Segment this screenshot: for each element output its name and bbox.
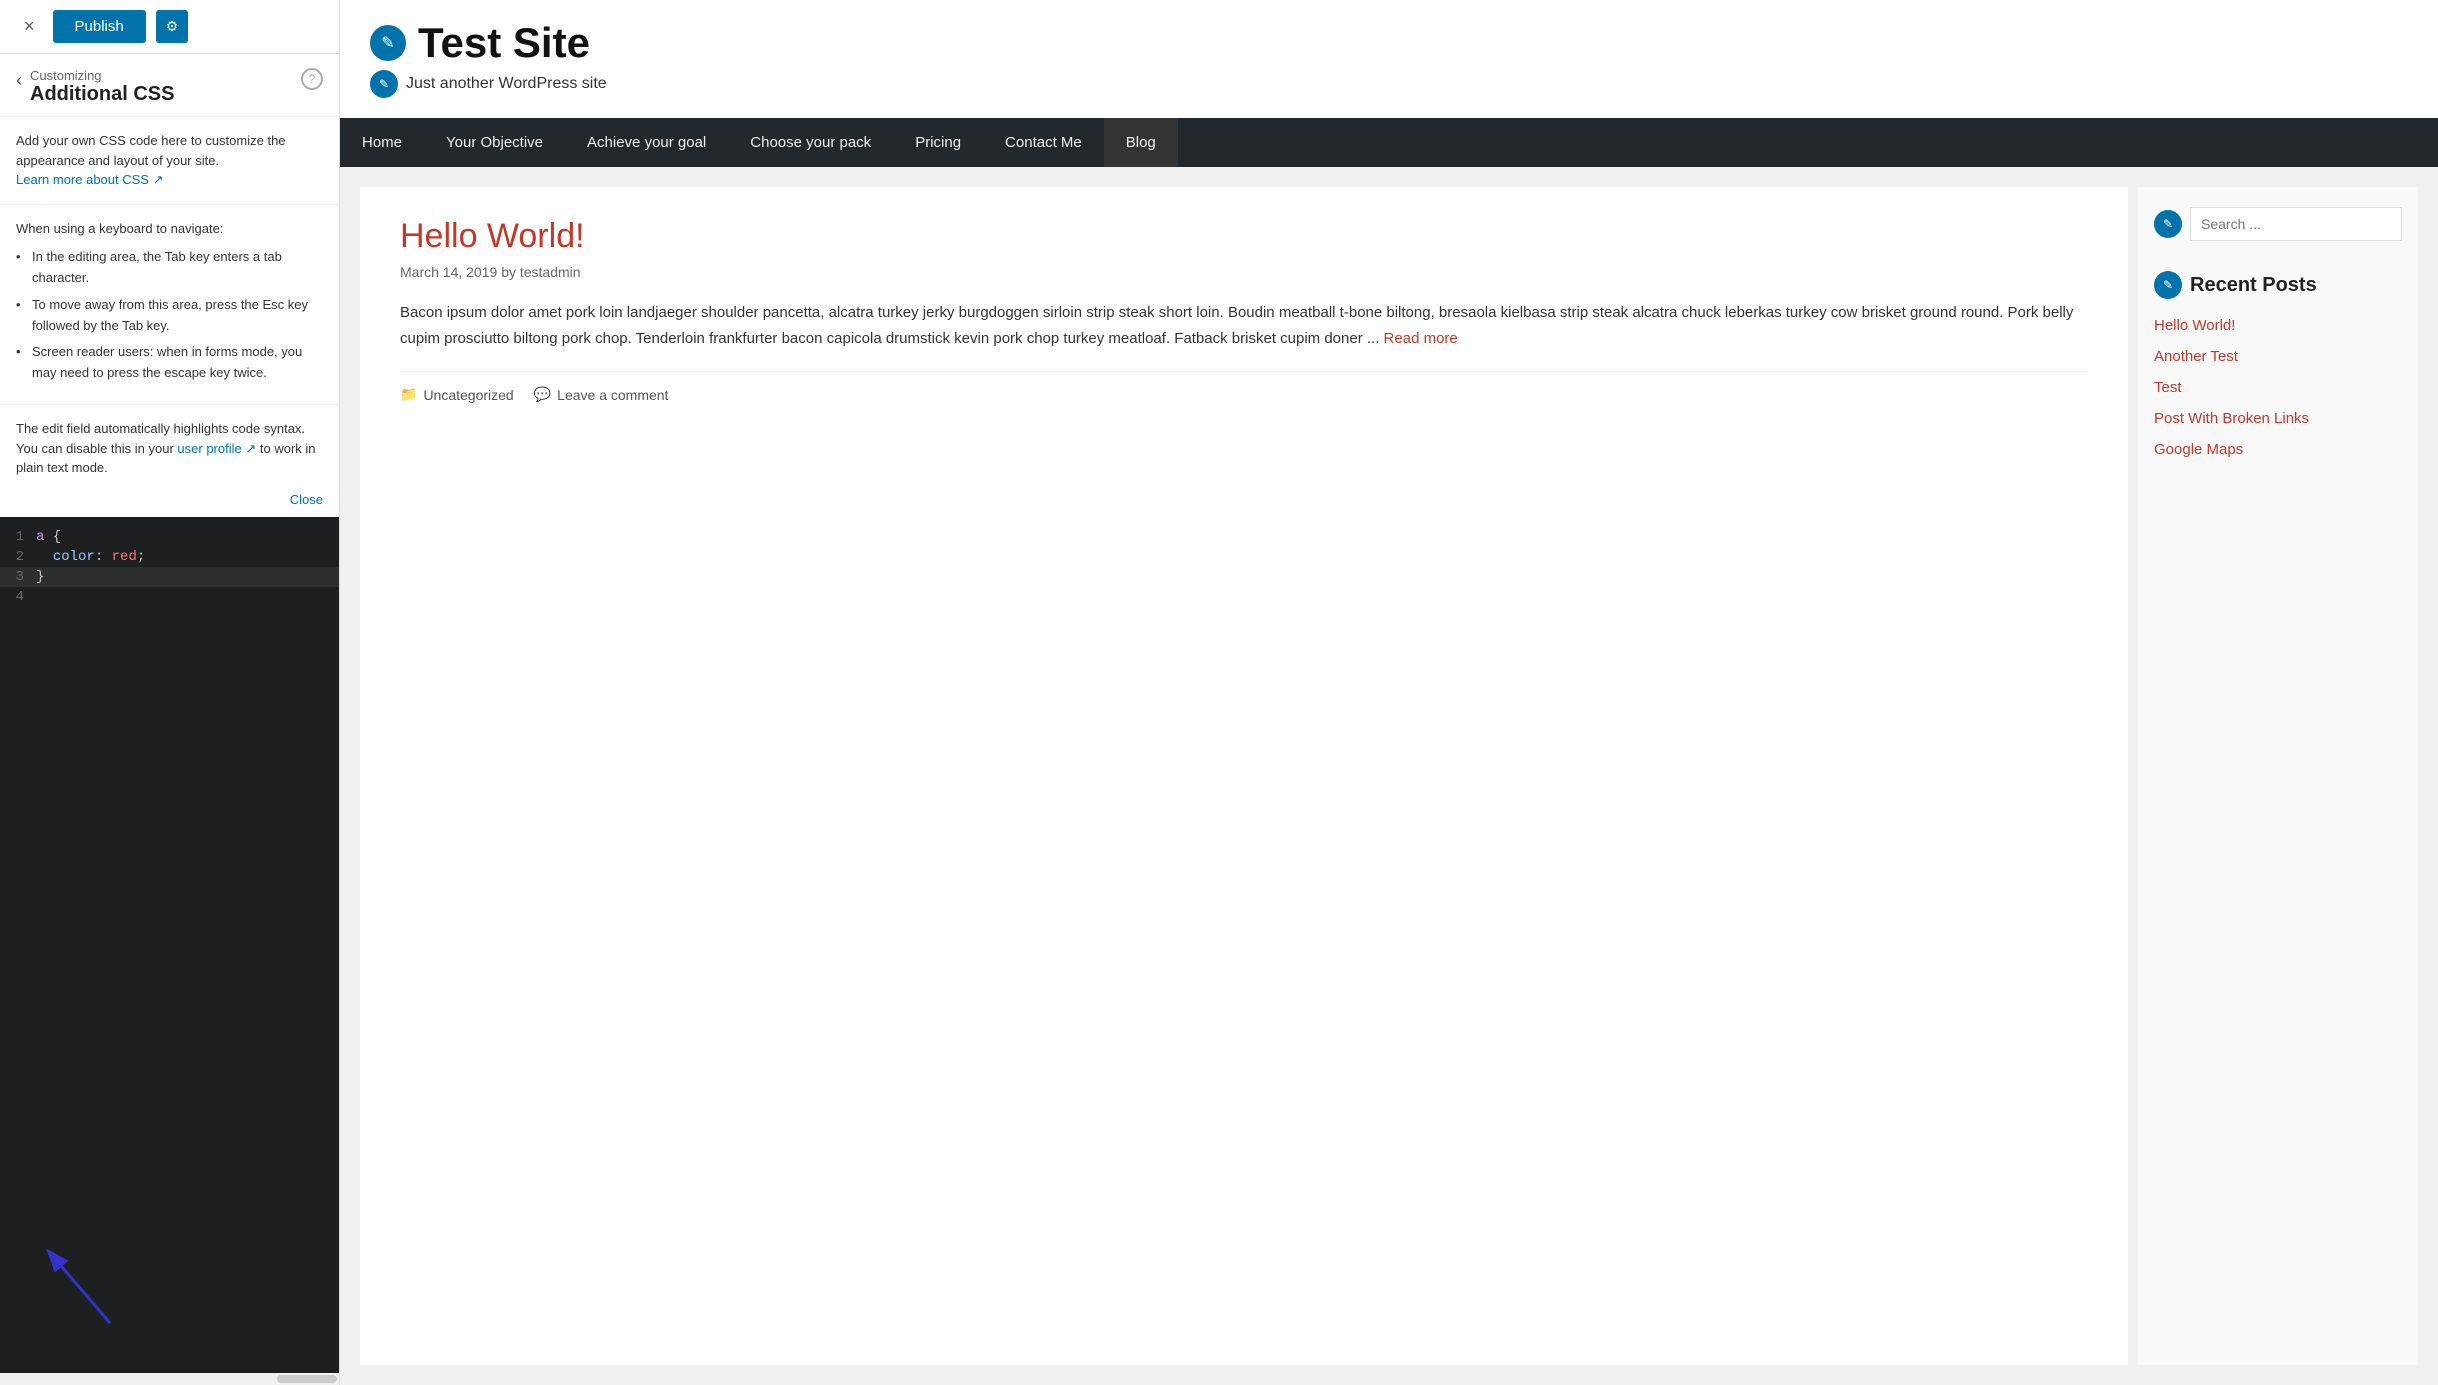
recent-post-maps[interactable]: Google Maps (2154, 439, 2402, 460)
widget-icon-circle: ✎ (2154, 271, 2182, 299)
line-number: 2 (0, 549, 36, 565)
nav-item-contact[interactable]: Contact Me (983, 118, 1104, 167)
customizer-header: ‹ Customizing Additional CSS ? (0, 54, 339, 117)
keyboard-bullet-list: In the editing area, the Tab key enters … (16, 247, 323, 384)
comment-icon: 💬 (534, 386, 551, 403)
posts-area: Hello World! March 14, 2019 by testadmin… (360, 187, 2128, 1365)
recent-post-broken[interactable]: Post With Broken Links (2154, 408, 2402, 429)
tagline-row: ✎ Just another WordPress site (370, 70, 607, 98)
bullet-item: In the editing area, the Tab key enters … (16, 247, 323, 289)
post-excerpt: Bacon ipsum dolor amet pork loin landjae… (400, 300, 2088, 351)
nav-item-objective[interactable]: Your Objective (424, 118, 565, 167)
post-meta: March 14, 2019 by testadmin (400, 264, 2088, 280)
widget-icon: ✎ (2163, 278, 2173, 292)
nav-item-achieve[interactable]: Achieve your goal (565, 118, 728, 167)
main-content: Hello World! March 14, 2019 by testadmin… (340, 167, 2438, 1385)
preview-panel: ✎ Test Site ✎ Just another WordPress sit… (340, 0, 2438, 1385)
extra-info: The edit field automatically highlights … (0, 405, 339, 492)
site-nav: Home Your Objective Achieve your goal Ch… (340, 118, 2438, 167)
code-editor[interactable]: 1 a { 2 color: red; 3 } 4 (0, 517, 339, 1373)
comment-link[interactable]: Leave a comment (557, 387, 668, 403)
customizer-panel: × Publish ⚙ ‹ Customizing Additional CSS… (0, 0, 340, 1385)
info-section: Add your own CSS code here to customize … (0, 117, 339, 205)
line-content: } (36, 569, 339, 585)
recent-post-test[interactable]: Test (2154, 377, 2402, 398)
keyboard-title: When using a keyboard to navigate: (16, 219, 323, 240)
help-icon[interactable]: ? (301, 68, 323, 90)
search-icon-circle: ✎ (2154, 210, 2182, 238)
site-header: ✎ Test Site ✎ Just another WordPress sit… (340, 0, 2438, 118)
search-input[interactable] (2190, 207, 2402, 241)
recent-post-another[interactable]: Another Test (2154, 346, 2402, 367)
search-icon: ✎ (2163, 217, 2173, 231)
post-category: 📁 Uncategorized (400, 386, 514, 403)
post-title: Hello World! (400, 217, 2088, 256)
site-name: Test Site (418, 20, 590, 66)
code-line-2: 2 color: red; (0, 547, 339, 567)
publish-button[interactable]: Publish (53, 10, 146, 43)
top-bar: × Publish ⚙ (0, 0, 339, 54)
site-logo-icon: ✎ (370, 25, 406, 61)
line-number: 3 (0, 569, 36, 585)
user-profile-link[interactable]: user profile ↗ (177, 441, 259, 456)
recent-posts-widget: ✎ Recent Posts Hello World! Another Test… (2154, 271, 2402, 460)
line-number: 1 (0, 529, 36, 545)
sidebar: ✎ ✎ Recent Posts Hello World! Another Te… (2138, 187, 2418, 1365)
keyboard-info: When using a keyboard to navigate: In th… (0, 205, 339, 406)
section-title: Additional CSS (30, 83, 174, 106)
recent-post-hello[interactable]: Hello World! (2154, 315, 2402, 336)
widget-title-row: ✎ Recent Posts (2154, 271, 2402, 299)
category-link[interactable]: Uncategorized (423, 387, 513, 403)
code-line-1: 1 a { (0, 527, 339, 547)
scrollbar-thumb[interactable] (277, 1375, 337, 1383)
bullet-item: Screen reader users: when in forms mode,… (16, 342, 323, 384)
info-text: Add your own CSS code here to customize … (16, 133, 286, 168)
search-widget: ✎ (2154, 207, 2402, 241)
arrow-annotation (30, 1223, 230, 1343)
back-button[interactable]: ‹ (16, 70, 22, 91)
code-line-3: 3 } (0, 567, 339, 587)
customizer-label: Customizing (30, 68, 174, 83)
line-content: a { (36, 529, 339, 545)
read-more-link[interactable]: Read more (1384, 330, 1458, 347)
nav-item-home[interactable]: Home (340, 118, 424, 167)
nav-item-pricing[interactable]: Pricing (893, 118, 983, 167)
post-footer: 📁 Uncategorized 💬 Leave a comment (400, 371, 2088, 403)
post-comment: 💬 Leave a comment (534, 386, 669, 403)
nav-item-blog[interactable]: Blog (1104, 118, 1178, 167)
folder-icon: 📁 (400, 386, 417, 403)
close-link[interactable]: Close (0, 492, 339, 517)
post-article: Hello World! March 14, 2019 by testadmin… (400, 217, 2088, 403)
site-tagline: Just another WordPress site (406, 75, 607, 93)
code-line-4: 4 (0, 587, 339, 607)
gear-button[interactable]: ⚙ (156, 10, 189, 43)
bullet-item: To move away from this area, press the E… (16, 295, 323, 337)
site-tagline-icon: ✎ (370, 70, 398, 98)
line-content: color: red; (36, 549, 339, 565)
widget-title: Recent Posts (2190, 274, 2317, 297)
learn-more-link[interactable]: Learn more about CSS ↗ (16, 172, 164, 187)
line-number: 4 (0, 589, 36, 605)
nav-item-pack[interactable]: Choose your pack (728, 118, 893, 167)
close-x-button[interactable]: × (16, 12, 43, 41)
